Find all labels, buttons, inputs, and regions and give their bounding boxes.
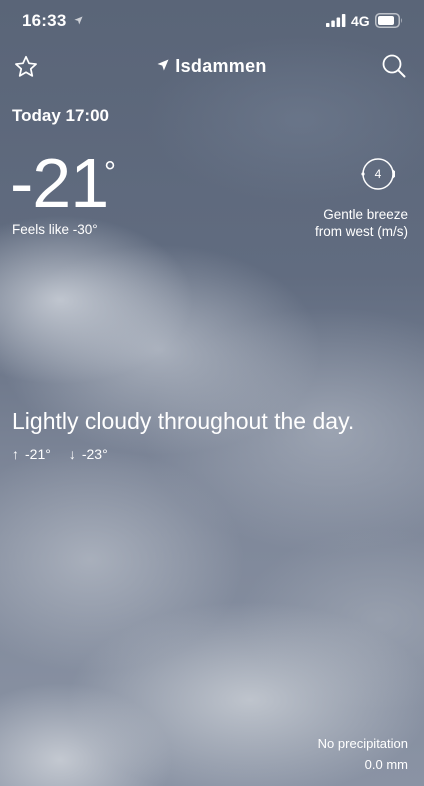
temperature-degree-symbol: ° bbox=[104, 156, 116, 189]
forecast-date-time: Today 17:00 bbox=[12, 106, 110, 125]
wind-speed-value: 4 bbox=[374, 167, 382, 181]
wind-description-line1: Gentle breeze bbox=[323, 207, 408, 222]
wind-description-line2: from west (m/s) bbox=[315, 224, 408, 239]
weather-summary: Lightly cloudy throughout the day. bbox=[12, 408, 355, 434]
temperature-value: -21 bbox=[10, 144, 109, 222]
precipitation-label: No precipitation bbox=[317, 736, 408, 751]
search-icon bbox=[382, 54, 406, 78]
high-arrow-icon: ↑ bbox=[12, 446, 19, 462]
location-services-icon bbox=[74, 16, 83, 25]
precipitation-amount: 0.0 mm bbox=[364, 757, 408, 772]
location-name: Isdammen bbox=[175, 56, 267, 76]
high-low-temperatures: ↑ -21° ↓ -23° bbox=[12, 446, 108, 462]
current-temperature: -21 bbox=[10, 148, 109, 218]
low-temperature: -23° bbox=[81, 446, 108, 462]
signal-icon bbox=[326, 14, 346, 27]
location-arrow-icon bbox=[157, 59, 169, 71]
feels-like-temperature: Feels like -30° bbox=[12, 222, 98, 237]
high-temperature: -21° bbox=[25, 446, 51, 462]
search-button[interactable] bbox=[380, 52, 408, 80]
weather-screen: 16:33 4G Isdammen Today 17:00 -21 ° Feel… bbox=[0, 0, 424, 786]
battery-icon bbox=[375, 13, 402, 28]
location-title[interactable]: Isdammen bbox=[0, 56, 424, 77]
wind-description: Gentle breeze from west (m/s) bbox=[315, 206, 408, 240]
low-arrow-icon: ↓ bbox=[68, 446, 76, 462]
status-time: 16:33 bbox=[22, 11, 67, 30]
network-type: 4G bbox=[351, 13, 370, 29]
precipitation-info: No precipitation 0.0 mm bbox=[318, 733, 408, 775]
